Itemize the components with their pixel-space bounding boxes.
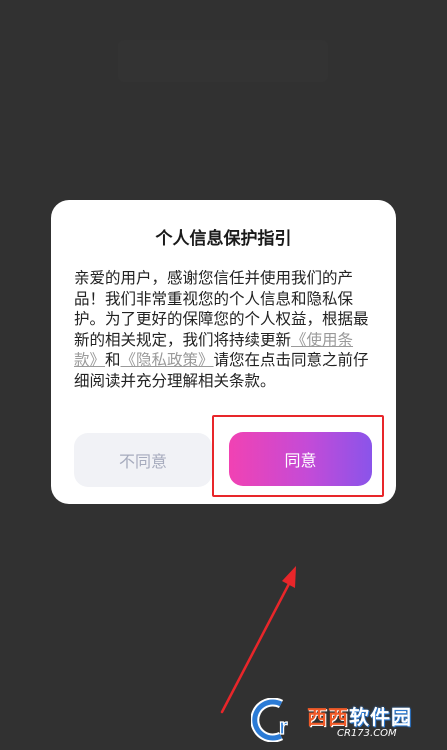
watermark-logo: r [250,697,305,743]
svg-text:r: r [279,714,288,739]
watermark: r 西西软件园 CR173.COM [250,696,441,744]
watermark-text: 西西软件园 CR173.COM [307,701,412,739]
watermark-brand: 西西软件园 [307,705,412,729]
watermark-url: CR173.COM [337,728,397,739]
annotation-arrow-icon [220,566,296,714]
